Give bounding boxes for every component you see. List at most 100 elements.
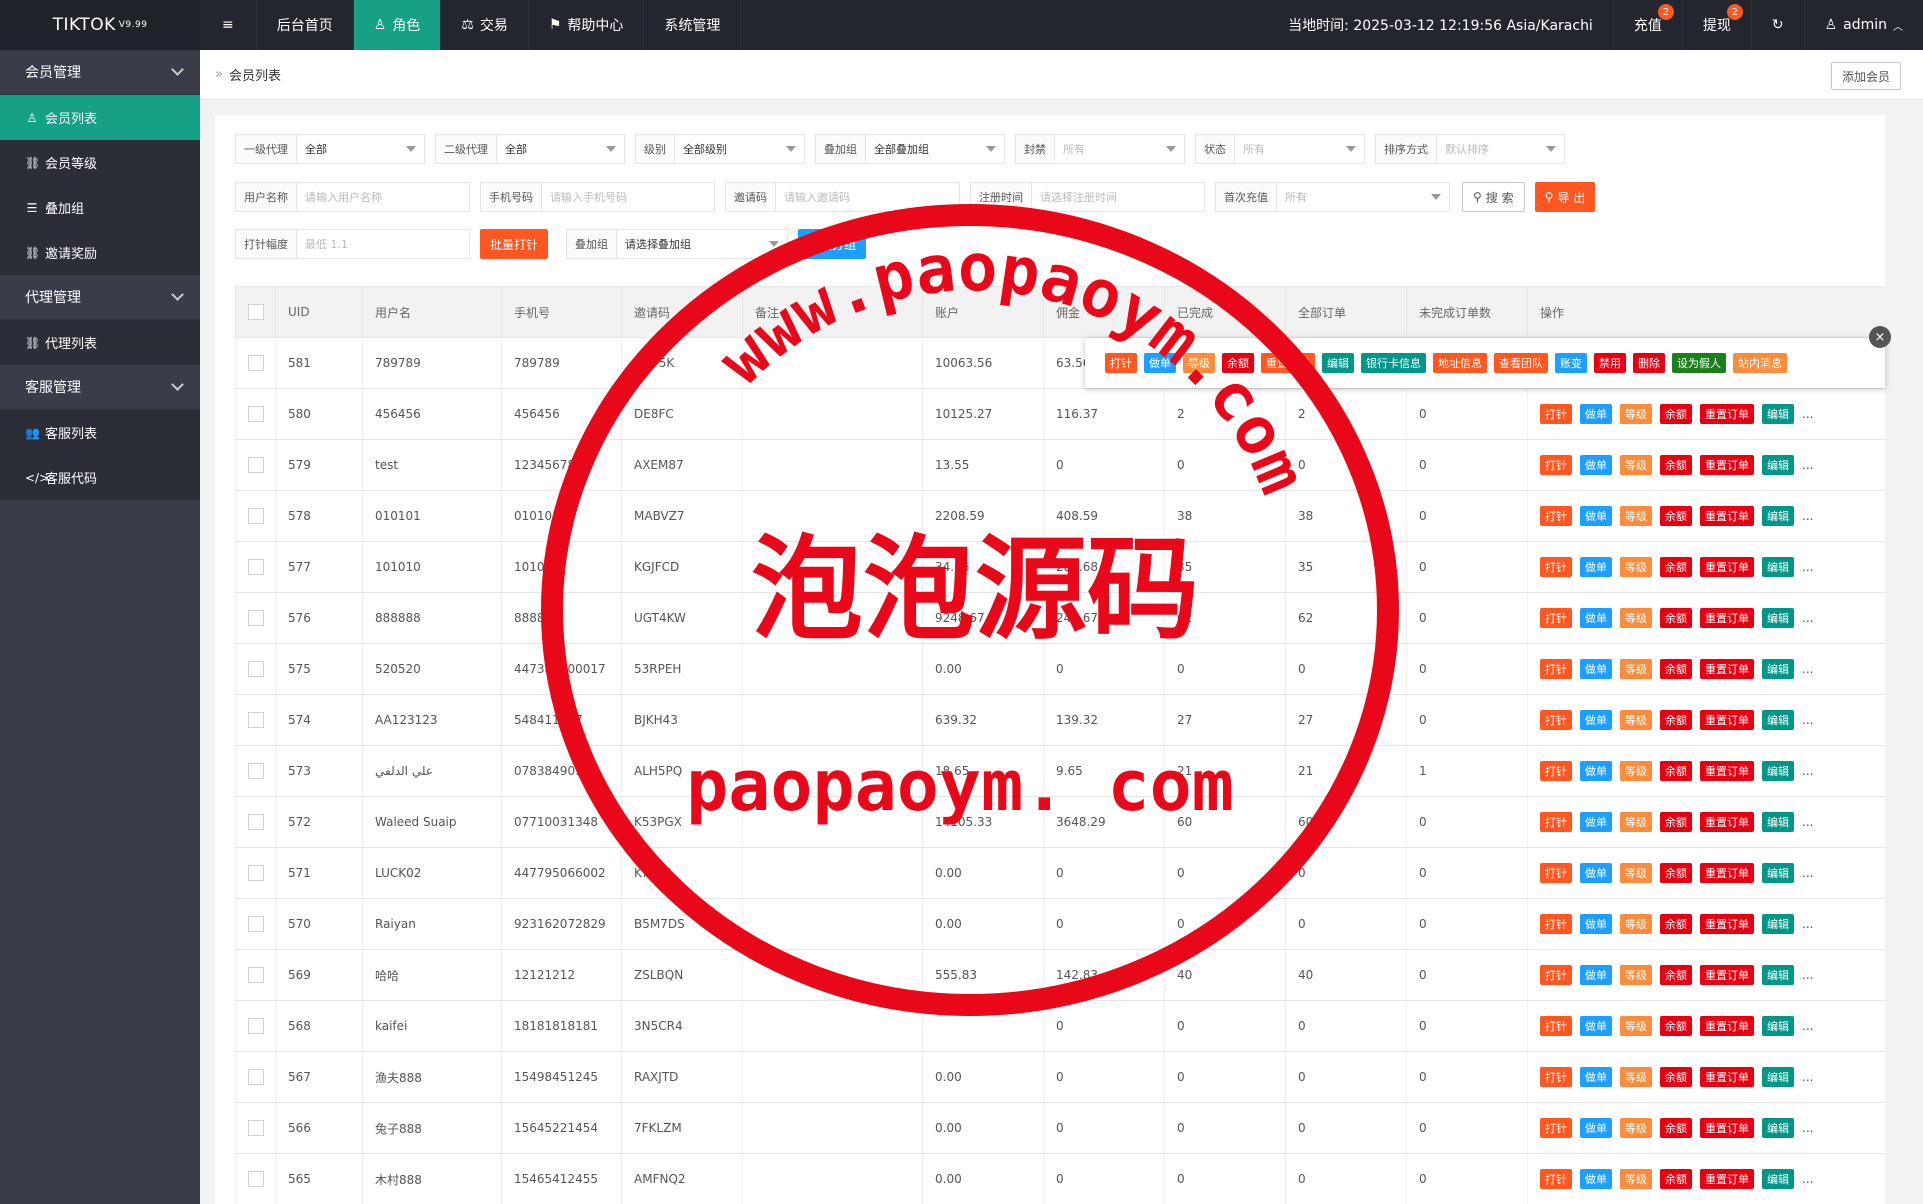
row-checkbox[interactable] [248,610,264,626]
row-action-button[interactable]: 余额 [1660,608,1692,628]
row-action-button[interactable]: 等级 [1620,863,1652,883]
more-actions-button[interactable]: ... [1802,1121,1813,1135]
row-action-button[interactable]: 打针 [1540,914,1572,934]
row-action-button[interactable]: 重置订单 [1700,557,1754,577]
row-checkbox[interactable] [248,661,264,677]
row-action-button[interactable]: 余额 [1660,1169,1692,1189]
popup-action-button[interactable]: 编辑 [1322,353,1354,373]
sidebar-item[interactable]: 👥 客服列表 [0,410,200,455]
filter-select[interactable]: 排序方式 默认排序 [1375,134,1565,164]
row-checkbox[interactable] [248,559,264,575]
row-action-button[interactable]: 编辑 [1762,557,1794,577]
row-action-button[interactable]: 等级 [1620,557,1652,577]
group-select[interactable]: 请选择叠加组 [617,230,787,258]
filter-select[interactable]: 状态 所有 [1195,134,1365,164]
filter-value[interactable]: 全部级别 [675,135,804,163]
row-action-button[interactable]: 打针 [1540,404,1572,424]
filter-value[interactable]: 默认排序 [1437,135,1564,163]
row-action-button[interactable]: 余额 [1660,557,1692,577]
row-action-button[interactable]: 编辑 [1762,455,1794,475]
row-action-button[interactable]: 等级 [1620,761,1652,781]
row-action-button[interactable]: 做单 [1580,863,1612,883]
row-action-button[interactable]: 打针 [1540,710,1572,730]
sidebar-item[interactable]: ⛓ 会员等级 [0,140,200,185]
sidebar-group[interactable]: 客服管理 [0,365,200,410]
popup-action-button[interactable]: 删除 [1633,353,1665,373]
app-logo[interactable]: TIKTOK V9.99 [0,0,200,50]
filter-select[interactable]: 二级代理 全部 [435,134,625,164]
invite-code-filter[interactable]: 邀请码 请输入邀请码 [725,182,960,212]
row-action-button[interactable]: 编辑 [1762,1016,1794,1036]
popup-action-button[interactable]: 查看团队 [1494,353,1548,373]
filter-select[interactable]: 一级代理 全部 [235,134,425,164]
first-recharge-select[interactable]: 所有 [1277,183,1449,211]
row-action-button[interactable]: 等级 [1620,914,1652,934]
more-actions-button[interactable]: ... [1802,1172,1813,1186]
row-checkbox[interactable] [248,916,264,932]
phone-filter[interactable]: 手机号码 请输入手机号码 [480,182,715,212]
row-checkbox[interactable] [248,712,264,728]
row-checkbox[interactable] [248,967,264,983]
filter-value[interactable]: 所有 [1235,135,1364,163]
row-action-button[interactable]: 打针 [1540,812,1572,832]
row-action-button[interactable]: 等级 [1620,506,1652,526]
popup-action-button[interactable]: 地址信息 [1433,353,1487,373]
row-action-button[interactable]: 做单 [1580,455,1612,475]
row-action-button[interactable]: 重置订单 [1700,659,1754,679]
more-actions-button[interactable]: ... [1802,1070,1813,1084]
more-actions-button[interactable]: ... [1802,509,1813,523]
row-action-button[interactable]: 做单 [1580,404,1612,424]
row-action-button[interactable]: 余额 [1660,404,1692,424]
batch-hit-button[interactable]: 批量打针 [480,229,549,259]
row-action-button[interactable]: 打针 [1540,1067,1572,1087]
hit-range-input[interactable]: 最低 1.1 [297,230,469,258]
row-action-button[interactable]: 重置订单 [1700,1169,1754,1189]
row-action-button[interactable]: 重置订单 [1700,1016,1754,1036]
row-action-button[interactable]: 等级 [1620,659,1652,679]
row-action-button[interactable]: 打针 [1540,1118,1572,1138]
row-action-button[interactable]: 重置订单 [1700,506,1754,526]
popup-action-button[interactable]: 做单 [1144,353,1176,373]
row-checkbox[interactable] [248,1069,264,1085]
row-action-button[interactable]: 重置订单 [1700,710,1754,730]
sidebar-item[interactable]: ⛓ 邀请奖励 [0,230,200,275]
row-action-button[interactable]: 打针 [1540,557,1572,577]
filter-value[interactable]: 全部 [297,135,424,163]
row-action-button[interactable]: 编辑 [1762,965,1794,985]
more-actions-button[interactable]: ... [1802,662,1813,676]
recharge-button[interactable]: 充值 2 [1612,0,1683,50]
row-checkbox[interactable] [248,865,264,881]
row-action-button[interactable]: 余额 [1660,1016,1692,1036]
export-button[interactable]: ⚲ 导 出 [1534,182,1596,212]
more-actions-button[interactable]: ... [1802,1019,1813,1033]
row-action-button[interactable]: 做单 [1580,1067,1612,1087]
hit-range-field[interactable]: 打针幅度 最低 1.1 [235,229,470,259]
register-time-filter[interactable]: 注册时间 请选择注册时间 [970,182,1205,212]
popup-action-button[interactable]: 站内消息 [1733,353,1787,373]
filter-value[interactable]: 全部 [497,135,624,163]
more-actions-button[interactable]: ... [1802,560,1813,574]
invite-code-input[interactable]: 请输入邀请码 [776,183,959,211]
register-time-input[interactable]: 请选择注册时间 [1032,183,1204,211]
row-checkbox[interactable] [248,1120,264,1136]
sidebar-group[interactable]: 代理管理 [0,275,200,320]
filter-select[interactable]: 级别 全部级别 [635,134,805,164]
row-action-button[interactable]: 做单 [1580,914,1612,934]
row-action-button[interactable]: 等级 [1620,1169,1652,1189]
row-action-button[interactable]: 编辑 [1762,1118,1794,1138]
user-menu[interactable]: ♙ admin ︿ [1805,0,1923,50]
more-actions-button[interactable]: ... [1802,764,1813,778]
row-action-button[interactable]: 打针 [1540,863,1572,883]
row-checkbox[interactable] [248,763,264,779]
row-action-button[interactable]: 等级 [1620,404,1652,424]
row-action-button[interactable]: 余额 [1660,914,1692,934]
row-action-button[interactable]: 余额 [1660,710,1692,730]
filter-value[interactable]: 所有 [1055,135,1184,163]
row-action-button[interactable]: 打针 [1540,506,1572,526]
row-action-button[interactable]: 做单 [1580,1118,1612,1138]
row-action-button[interactable]: 余额 [1660,455,1692,475]
row-action-button[interactable]: 做单 [1580,506,1612,526]
more-actions-button[interactable]: ... [1802,713,1813,727]
row-action-button[interactable]: 余额 [1660,659,1692,679]
row-action-button[interactable]: 余额 [1660,1067,1692,1087]
